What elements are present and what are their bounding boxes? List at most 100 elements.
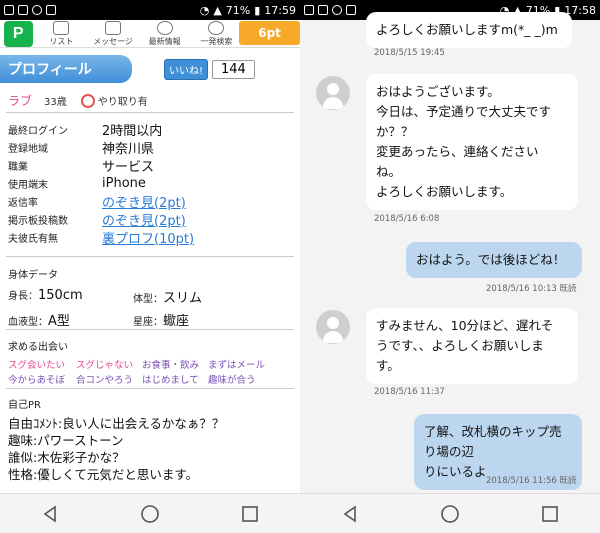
profile-info: 最終ログイン 2時間以内登録地域 神奈川県職業 サービス使用端末 iPhone 返信率 のぞ… (8, 120, 298, 247)
message-line: よろしくお願いします。 (376, 184, 513, 199)
status-bar: ◔ ▲ 71% ▮ 17:59 (0, 0, 300, 20)
message-line: 変更あったら、連絡ください (376, 144, 539, 159)
message-line: すみません、10分ほど、遅れそ (376, 318, 554, 333)
info-row: 夫彼氏有無 裏プロフ(10pt) (8, 228, 298, 247)
info-key: 夫彼氏有無 (8, 233, 58, 245)
envelope-icon (105, 21, 122, 35)
recents-button[interactable] (230, 499, 270, 529)
sender-avatar[interactable] (316, 310, 350, 344)
profile-meta: ラブ 33歳 やり取り有 (8, 92, 298, 109)
message-line: うです、、よろしくお願いしま (376, 338, 544, 353)
message-timestamp: 2018/5/16 11:56 既読 (486, 476, 577, 486)
message-line: ね。 (376, 164, 402, 179)
info-value: 神奈川県 (102, 141, 155, 157)
wifi-icon: ◔ (199, 3, 210, 17)
recents-button[interactable] (530, 499, 570, 529)
home-icon (441, 504, 459, 523)
pr-line: 誰似:木佐彩子かな？ (8, 450, 125, 465)
search-icon (208, 21, 225, 35)
like-widget: いいね! 144 (164, 58, 255, 80)
top-navigation: P リスト メッセージ 最新情報 一発検索 6pt (0, 20, 300, 48)
back-button[interactable] (30, 499, 70, 529)
recents-icon (542, 505, 558, 522)
info-value: サービス (102, 159, 155, 175)
message-line: 了解、改札横のキップ売り場の辺 (424, 424, 562, 459)
message-line: おはようございます。 (376, 84, 500, 99)
self-pr-heading: 自己PR (8, 400, 41, 411)
back-icon (343, 504, 356, 523)
info-icon (156, 21, 173, 35)
info-key: 職業 (8, 161, 28, 173)
info-row: 掲示板投稿数 のぞき見(2pt) (8, 210, 298, 229)
message-timestamp: 2018/5/16 6:08 (374, 214, 440, 224)
exchange-icon (80, 93, 95, 108)
figure-item: 体型： スリム (133, 291, 203, 306)
tab-search[interactable]: 一発検索 (194, 21, 240, 47)
home-button[interactable] (430, 499, 470, 529)
divider (6, 388, 294, 389)
points-button[interactable]: 6pt (239, 21, 300, 45)
chat-messages[interactable]: よろしくお願いしますm(*_ _)m 2018/5/15 19:45 おはようござい… (300, 12, 600, 493)
message-line: 今日は、予定通りで大丈夫です (376, 104, 552, 119)
sender-avatar[interactable] (316, 76, 350, 110)
pr-line: 趣味:パワーストーン (8, 433, 124, 448)
received-message: よろしくお願いしますm(*_ _)m (366, 12, 572, 48)
android-nav-bar (300, 493, 600, 533)
mail-icon (304, 5, 314, 15)
info-row: 返信率 のぞき見(2pt) (8, 192, 298, 211)
message-timestamp: 2018/5/16 11:37 (374, 387, 445, 397)
seeking-tag: はじめまして (142, 375, 199, 386)
divider (6, 329, 294, 330)
sent-message: おはよう。では後ほどね！ (406, 242, 582, 278)
like-button[interactable]: いいね! (164, 58, 209, 80)
tab-list[interactable]: リスト (39, 21, 85, 47)
exchange-status: やり取り有 (80, 93, 148, 108)
home-button[interactable] (130, 499, 170, 529)
seeking-tag: 今からあそぼ (8, 375, 66, 386)
app-logo[interactable]: P (4, 21, 33, 47)
message-timestamp: 2018/5/15 19:45 (374, 48, 445, 58)
seeking-tag: スグじゃない (76, 360, 134, 371)
app-icon (346, 5, 356, 15)
app-icon (46, 5, 56, 15)
info-link[interactable]: のぞき見(2pt) (102, 210, 186, 229)
recents-icon (242, 505, 258, 522)
age-label: 33歳 (44, 97, 67, 108)
info-key: 最終ログイン (8, 125, 68, 137)
list-icon (53, 21, 70, 35)
tab-news[interactable]: 最新情報 (142, 21, 188, 47)
divider (6, 112, 294, 113)
mail-icon (4, 5, 14, 15)
self-pr-section: 自己PR 自由ｺﾒﾝﾄ:良い人に出会えるかなぁ？？ 趣味:パワーストーン 誰似:… (8, 396, 298, 483)
tab-messages[interactable]: メッセージ (90, 21, 136, 47)
info-key: 掲示板投稿数 (8, 215, 68, 227)
seeking-heading: 求める出会い (8, 342, 68, 353)
message-line: おはよう。では後ほどね！ (416, 252, 566, 267)
back-button[interactable] (330, 499, 370, 529)
body-data-heading: 身体データ (8, 270, 58, 281)
like-count: 144 (212, 59, 255, 79)
info-value: 2時間以内 (102, 123, 163, 139)
clock: 17:59 (264, 3, 296, 17)
love-tag: ラブ (8, 94, 33, 108)
message-timestamp: 2018/5/16 10:13 既読 (486, 284, 577, 294)
profile-heading: プロフィール (0, 55, 132, 83)
message-line: よろしくお願いしますm(*_ _)m (376, 22, 558, 37)
divider (6, 256, 294, 257)
height-item: 身長： 150cm (8, 288, 83, 303)
phone-icon (18, 5, 28, 15)
battery-level: 71% (225, 3, 251, 17)
info-key: 使用端末 (8, 179, 48, 191)
seeking-tag: お食事・飲み (142, 360, 200, 371)
battery-icon: ▮ (254, 3, 261, 17)
blood-type-item: 血液型： A型 (8, 314, 70, 329)
message-line: す。 (376, 358, 400, 373)
pr-line: 自由ｺﾒﾝﾄ:良い人に出会えるかなぁ？？ (8, 416, 225, 431)
info-link[interactable]: のぞき見(2pt) (102, 192, 186, 211)
body-data-section: 身体データ 身長： 150cm 体型： スリム 血液型： A型 星座： 蠍座 (8, 266, 298, 329)
info-key: 登録地域 (8, 143, 48, 155)
home-icon (141, 504, 159, 523)
info-link[interactable]: 裏プロフ(10pt) (102, 228, 194, 247)
info-value: iPhone (102, 175, 146, 191)
info-row: 職業 サービス (8, 156, 298, 175)
